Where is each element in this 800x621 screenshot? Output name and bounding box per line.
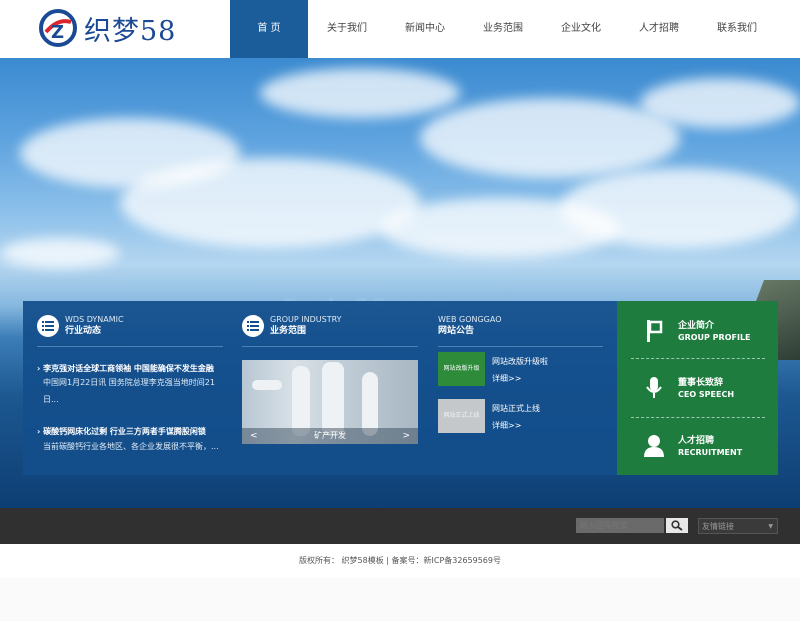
cloud <box>120 158 420 248</box>
divider <box>438 346 603 347</box>
news-item-summary: 当前碳酸钙行业各地区、各企业发展很不平衡，... <box>43 442 219 451</box>
factory-pipe <box>292 366 310 436</box>
person-icon <box>642 433 666 459</box>
main-nav: 首 页 关于我们 新闻中心 业务范围 企业文化 人才招聘 联系我们 <box>230 0 776 58</box>
factory-pipe <box>322 362 344 436</box>
nav-item-culture[interactable]: 企业文化 <box>542 0 620 58</box>
quick-link-en: RECRUITMENT <box>678 447 743 457</box>
slide-caption: 矿产开发 <box>242 428 418 444</box>
site-logo[interactable]: Z 织梦58 <box>24 2 196 54</box>
info-panel: WDS DYNAMIC 行业动态 › 李克强对话全球工商领袖 中国能确保不发生金… <box>23 301 617 475</box>
chevron-down-icon: ▼ <box>768 523 773 530</box>
news-heading-en: WDS DYNAMIC <box>65 315 124 324</box>
friend-links-select[interactable]: 友情链接 ▼ <box>698 518 778 534</box>
search-icon <box>671 520 683 531</box>
business-heading-cn: 业务范围 <box>270 326 307 336</box>
search-input[interactable] <box>576 518 664 533</box>
logo-text: 织梦58 <box>84 15 177 47</box>
cloud <box>420 98 680 178</box>
divider <box>631 417 765 418</box>
quick-link-ceo-speech[interactable]: 董事长致辞 CEO SPEECH <box>617 368 778 408</box>
quick-link-cn: 企业简介 <box>678 320 715 331</box>
news-item-title[interactable]: › 李克强对话全球工商领袖 中国能确保不发生金融 <box>37 363 214 374</box>
list-icon <box>37 314 59 337</box>
site-header: Z 织梦58 首 页 关于我们 新闻中心 业务范围 企业文化 人才招聘 联系我们 <box>0 0 800 58</box>
copyright: 版权所有： 织梦58模板 | 备案号：新ICP备32659569号 <box>0 544 800 578</box>
news-item-summary: 中国网1月22日讯 国务院总理李克强当地时间21日... <box>43 378 215 404</box>
notice-heading-en: WEB GONGGAO <box>438 315 502 324</box>
svg-text:Z: Z <box>51 22 64 43</box>
slide-next-button[interactable]: > <box>402 428 410 444</box>
notice-item-title[interactable]: 网站改版升级啦 <box>492 356 548 367</box>
cloud <box>0 238 120 268</box>
news-item-title-text[interactable]: 李克强对话全球工商领袖 中国能确保不发生金融 <box>43 364 214 373</box>
notice-thumb[interactable]: 网站改版升级 <box>438 352 485 386</box>
nav-item-contact[interactable]: 联系我们 <box>698 0 776 58</box>
divider <box>37 346 223 347</box>
notice-more-link[interactable]: 详细>> <box>492 373 521 384</box>
cloud <box>640 78 800 128</box>
notice-heading: WEB GONGGAO 网站公告 <box>438 314 502 337</box>
list-icon <box>242 314 264 337</box>
footer-search-bar: 友情链接 ▼ <box>0 508 800 544</box>
factory-pipe <box>362 372 378 436</box>
business-heading: GROUP INDUSTRY 业务范围 <box>242 314 342 337</box>
search-button[interactable] <box>666 518 688 533</box>
news-heading-cn: 行业动态 <box>65 326 102 336</box>
slide-prev-button[interactable]: < <box>250 428 258 444</box>
logo-mark-icon: Z <box>39 9 77 47</box>
quick-link-en: CEO SPEECH <box>678 389 735 399</box>
quick-link-cn: 人才招聘 <box>678 435 715 446</box>
business-heading-en: GROUP INDUSTRY <box>270 315 342 324</box>
friend-links-label: 友情链接 <box>702 522 734 531</box>
nav-item-recruitment[interactable]: 人才招聘 <box>620 0 698 58</box>
factory-pipe <box>252 380 282 390</box>
cloud <box>260 68 460 118</box>
nav-item-home[interactable]: 首 页 <box>230 0 308 58</box>
nav-item-business[interactable]: 业务范围 <box>464 0 542 58</box>
notice-item-title[interactable]: 网站正式上线 <box>492 403 540 414</box>
divider <box>242 346 418 347</box>
quick-links-panel: 企业简介 GROUP PROFILE 董事长致辞 CEO SPEECH 人才招聘… <box>617 301 778 475</box>
quick-link-recruitment[interactable]: 人才招聘 RECRUITMENT <box>617 426 778 466</box>
nav-item-news[interactable]: 新闻中心 <box>386 0 464 58</box>
business-slideshow[interactable]: 矿产开发 < > <box>242 360 418 444</box>
news-heading: WDS DYNAMIC 行业动态 <box>37 314 124 337</box>
news-item-title-text[interactable]: 碳酸钙网床化过剩 行业三方两者手谋腾股闲锁 <box>43 427 206 436</box>
notice-more-link[interactable]: 详细>> <box>492 420 521 431</box>
flag-icon <box>642 318 666 344</box>
quick-link-profile[interactable]: 企业简介 GROUP PROFILE <box>617 311 778 351</box>
cloud <box>380 198 620 258</box>
divider <box>631 358 765 359</box>
notice-thumb[interactable]: 网站正式上线 <box>438 399 485 433</box>
notice-heading-cn: 网站公告 <box>438 326 475 336</box>
quick-link-cn: 董事长致辞 <box>678 377 724 388</box>
nav-item-about[interactable]: 关于我们 <box>308 0 386 58</box>
microphone-icon <box>642 375 666 401</box>
news-item-title[interactable]: › 碳酸钙网床化过剩 行业三方两者手谋腾股闲锁 <box>37 426 206 437</box>
quick-link-en: GROUP PROFILE <box>678 332 751 342</box>
